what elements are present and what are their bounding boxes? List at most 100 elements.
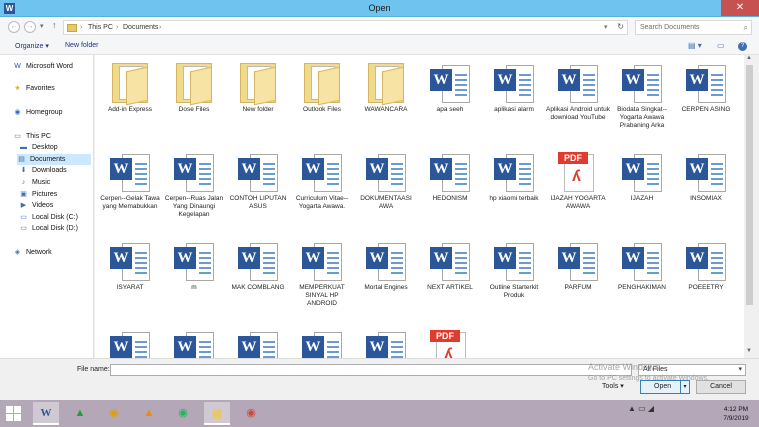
- file-item[interactable]: W Curriculum Vitae--Yogarta Awawa.: [290, 144, 354, 233]
- sidebar-item-desktop[interactable]: ▬ Desktop: [19, 142, 58, 153]
- file-item[interactable]: W: [98, 322, 162, 358]
- file-item[interactable]: W PENGHAKIMAN: [610, 233, 674, 322]
- file-item[interactable]: PDF ʎ: [418, 322, 482, 358]
- sidebar-item-videos[interactable]: ▶ Videos: [19, 200, 53, 211]
- folder-item[interactable]: WAWANCARA: [354, 55, 418, 144]
- music-icon: ♪: [21, 179, 26, 186]
- file-item[interactable]: W DOKUMENTAASI AWA: [354, 144, 418, 233]
- disk-icon: ▭: [20, 214, 27, 221]
- sidebar-item-homegroup[interactable]: ◉ Homegroup: [13, 107, 62, 118]
- folder-item[interactable]: Dose Files: [162, 55, 226, 144]
- file-item[interactable]: Wapa seeh: [418, 55, 482, 144]
- triangle-app-icon[interactable]: ▲: [67, 402, 93, 425]
- clock[interactable]: 4:12 PM 7/9/2019: [718, 405, 754, 423]
- word-document-icon: W: [238, 330, 278, 358]
- chrome-icon[interactable]: ◉: [101, 402, 127, 425]
- sidebar-item-documents[interactable]: ▤ Documents: [17, 154, 91, 165]
- videos-icon: ▶: [20, 202, 27, 209]
- file-name-label: ISYARAT: [116, 284, 144, 291]
- file-item[interactable]: W Mortal Engines: [354, 233, 418, 322]
- file-item[interactable]: Waplikasi alarm: [482, 55, 546, 144]
- explorer-icon[interactable]: ▆: [204, 402, 230, 425]
- address-bar[interactable]: › This PC › Documents › ▾ ↻: [63, 20, 628, 35]
- back-button[interactable]: ←: [8, 21, 20, 33]
- file-item[interactable]: W POEEETRY: [674, 233, 738, 322]
- breadcrumb-documents[interactable]: Documents: [123, 23, 158, 33]
- help-icon[interactable]: ?: [738, 42, 747, 51]
- windows-logo-icon: [6, 414, 13, 421]
- recent-locations-dropdown[interactable]: ▾: [40, 22, 44, 30]
- up-button[interactable]: ↑: [52, 20, 57, 30]
- address-dropdown-icon[interactable]: ▾: [604, 23, 608, 33]
- sidebar-item-this-pc[interactable]: ▭ This PC: [13, 131, 51, 142]
- file-name-label: MEMPERKUAT SINYAL HP ANDROID: [299, 284, 345, 307]
- file-item[interactable]: W PARFUM: [546, 233, 610, 322]
- refresh-icon[interactable]: ↻: [617, 22, 624, 31]
- file-item[interactable]: W NEXT ARTIKEL: [418, 233, 482, 322]
- file-item[interactable]: W CERPEN ASING: [674, 55, 738, 144]
- folder-item[interactable]: Outlook Files: [290, 55, 354, 144]
- scrollbar-thumb[interactable]: [746, 65, 753, 305]
- spotify-icon[interactable]: ◉: [170, 402, 196, 425]
- folder-item[interactable]: Add-in Express: [98, 55, 162, 144]
- close-button[interactable]: ✕: [721, 0, 759, 16]
- sidebar-item-favorites[interactable]: ★ Favorites: [13, 83, 54, 94]
- search-input[interactable]: Search Documents ⌕: [635, 20, 752, 35]
- word-document-icon: W: [622, 241, 662, 281]
- file-item[interactable]: W CONTOH LIPUTAN ASUS: [226, 144, 290, 233]
- sidebar-item-music[interactable]: ♪ Music: [19, 177, 51, 188]
- watermark-title: Activate Windows: [588, 362, 660, 372]
- vlc-icon[interactable]: ▲: [136, 402, 162, 425]
- sidebar-item-local-disk-d[interactable]: ▭ Local Disk (D:): [19, 223, 78, 234]
- file-name-input[interactable]: [110, 364, 632, 376]
- sidebar-item-local-disk-c[interactable]: ▭ Local Disk (C:): [19, 212, 78, 223]
- file-item[interactable]: W Outline Starterkit Produk: [482, 233, 546, 322]
- file-item[interactable]: W: [354, 322, 418, 358]
- file-item[interactable]: Whp xiaomi terbaik: [482, 144, 546, 233]
- file-item[interactable]: W: [162, 322, 226, 358]
- file-item[interactable]: W Cerpen--Ruas Jalan Yang Dinaungi Kegela…: [162, 144, 226, 233]
- file-item[interactable]: W ISYARAT: [98, 233, 162, 322]
- file-item[interactable]: W MAK COMBLANG: [226, 233, 290, 322]
- word-document-icon: W: [494, 241, 534, 281]
- sidebar-item-network[interactable]: ◈ Network: [13, 247, 52, 258]
- change-view-icon[interactable]: ▤ ▾: [688, 41, 702, 50]
- folder-item[interactable]: New folder: [226, 55, 290, 144]
- file-item[interactable]: W: [290, 322, 354, 358]
- word-document-icon: W: [110, 330, 150, 358]
- preview-pane-icon[interactable]: ▭: [717, 41, 725, 50]
- system-tray[interactable]: ▲ ▭ ◢: [628, 404, 654, 413]
- file-item[interactable]: W INSOMIAX: [674, 144, 738, 233]
- file-item[interactable]: Wm: [162, 233, 226, 322]
- star-icon: ★: [14, 85, 21, 92]
- organize-button[interactable]: Organize ▾: [15, 42, 49, 50]
- file-name-label: NEXT ARTIKEL: [427, 284, 473, 291]
- sidebar-item-microsoft-word[interactable]: W Microsoft Word: [13, 61, 73, 72]
- clock-date: 7/9/2019: [723, 415, 749, 422]
- computer-icon: ▭: [14, 133, 21, 140]
- file-item[interactable]: PDF ʎ IJAZAH YOGARTA AWAWA: [546, 144, 610, 233]
- file-item[interactable]: W: [226, 322, 290, 358]
- file-item[interactable]: W IJAZAH: [610, 144, 674, 233]
- start-button[interactable]: [6, 406, 22, 422]
- sidebar-item-downloads[interactable]: ⬇ Downloads: [19, 165, 67, 176]
- word-document-icon: W: [238, 152, 278, 192]
- word-taskbar-icon[interactable]: W: [33, 402, 59, 425]
- sidebar-item-pictures[interactable]: ▣ Pictures: [19, 189, 57, 200]
- file-item[interactable]: W Cerpen--Gelak Tawa yang Memabukkan: [98, 144, 162, 233]
- file-name-label: Aplikasi Android untuk download YouTube: [546, 106, 610, 121]
- scroll-up-arrow[interactable]: ▲: [746, 55, 752, 61]
- vertical-scrollbar[interactable]: ▲ ▼: [744, 55, 755, 358]
- file-item[interactable]: W MEMPERKUAT SINYAL HP ANDROID: [290, 233, 354, 322]
- breadcrumb-this-pc[interactable]: This PC: [88, 23, 113, 33]
- file-item[interactable]: W Biodata Singkat--Yogarta Awawa Prabanin…: [610, 55, 674, 144]
- word-document-icon: W: [558, 241, 598, 281]
- search-icon[interactable]: ⌕: [744, 21, 748, 34]
- new-folder-button[interactable]: New folder: [65, 42, 98, 49]
- file-item[interactable]: W HEDONISM: [418, 144, 482, 233]
- file-name-label: File name:: [77, 366, 110, 373]
- chrome-icon-2[interactable]: ◉: [238, 402, 264, 425]
- file-item[interactable]: W Aplikasi Android untuk download YouTube: [546, 55, 610, 144]
- forward-button[interactable]: →: [24, 21, 36, 33]
- scroll-down-arrow[interactable]: ▼: [746, 348, 752, 354]
